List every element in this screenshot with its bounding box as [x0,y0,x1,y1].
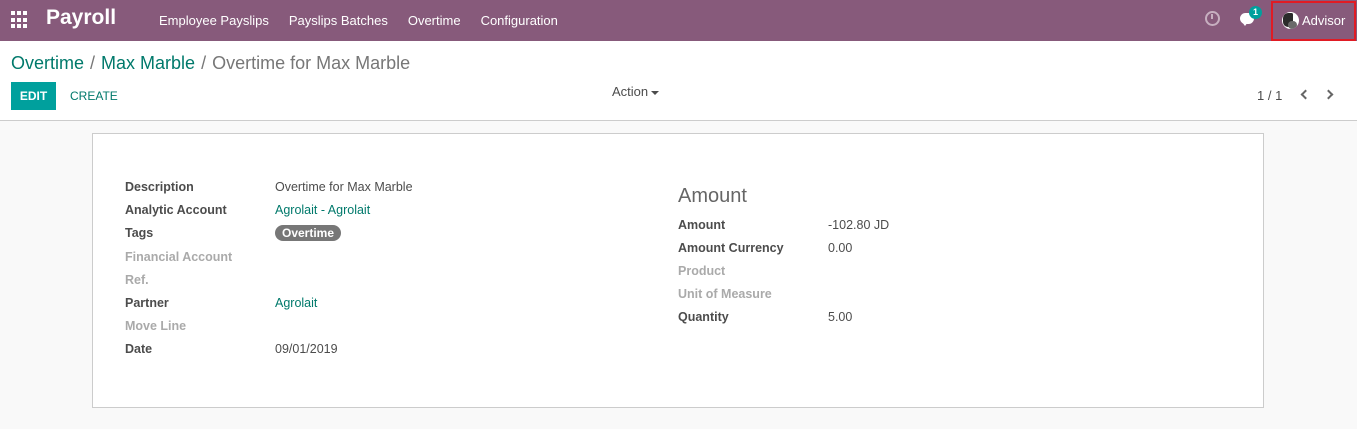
quantity-value: 5.00 [828,310,853,324]
field-tags: Tags [125,226,153,240]
field-analytic-account: Analytic Account [125,203,227,217]
pager-value[interactable]: 1 / 1 [1257,88,1282,103]
pager-previous-button[interactable] [1298,89,1311,101]
breadcrumb-separator: / [90,53,96,73]
user-name: Advisor [1302,13,1346,28]
pager-next-button[interactable] [1323,89,1336,101]
action-dropdown[interactable]: Action [612,84,660,99]
menu-configuration[interactable]: Configuration [471,0,568,41]
chevron-left-icon [1300,89,1311,100]
field-amount-value: -102.80 JD [828,218,889,232]
menu-overtime[interactable]: Overtime [398,0,471,41]
field-unit-of-measure: Unit of Measure [678,287,772,301]
edit-button[interactable]: EDIT [11,82,56,110]
chevron-right-icon [1323,89,1334,100]
amount-value: -102.80 JD [828,218,890,232]
field-label: Financial Account [125,250,233,264]
breadcrumb-separator: / [201,53,207,73]
field-label: Description [125,180,194,194]
field-amount-currency-value: 0.00 [828,241,852,255]
chat-count-badge: 1 [1249,6,1262,19]
analytic-account-link[interactable]: Agrolait - Agrolait [275,203,370,217]
field-label: Product [678,264,726,278]
field-label: Date [125,342,153,356]
apps-grid-icon[interactable] [11,11,29,29]
field-amount-currency: Amount Currency [678,241,784,255]
top-navbar: Payroll Employee Payslips Payslips Batch… [0,0,1357,41]
app-brand: Payroll [46,6,117,29]
field-date-value: 09/01/2019 [275,342,338,356]
field-label: Quantity [678,310,729,324]
create-button[interactable]: CREATE [62,82,126,110]
field-label: Tags [125,226,154,240]
field-tags-value: Overtime [275,225,342,241]
field-label: Partner [125,296,169,310]
partner-link[interactable]: Agrolait [275,296,317,310]
action-label: Action [612,84,649,99]
field-amount: Amount [678,218,725,232]
field-label: Analytic Account [125,203,227,217]
field-label: Move Line [125,319,187,333]
field-label: Amount Currency [678,241,784,255]
field-label: Amount [678,218,726,232]
field-label: Ref. [125,273,149,287]
main-menu: Employee Payslips Payslips Batches Overt… [149,0,568,41]
field-description-value: Overtime for Max Marble [275,180,413,194]
field-label: Unit of Measure [678,287,772,301]
field-product: Product [678,264,725,278]
breadcrumb: Overtime / Max Marble / Overtime for Max… [11,53,410,74]
field-move-line: Move Line [125,319,186,333]
date-value: 09/01/2019 [275,342,338,356]
field-quantity-value: 5.00 [828,310,852,324]
amount-group-title: Amount [678,185,747,207]
field-financial-account: Financial Account [125,250,232,264]
breadcrumb-current: Overtime for Max Marble [212,53,411,73]
avatar [1282,12,1299,29]
amount-currency-value: 0.00 [828,241,853,255]
caret-down-icon [651,90,660,95]
activity-clock-icon[interactable] [1205,11,1220,26]
breadcrumb-overtime[interactable]: Overtime [11,53,84,74]
field-analytic-account-value: Agrolait - Agrolait [275,203,370,217]
user-menu[interactable]: Advisor [1271,1,1356,41]
menu-employee-payslips[interactable]: Employee Payslips [149,0,279,41]
description-value: Overtime for Max Marble [275,180,413,194]
field-date: Date [125,342,152,356]
breadcrumb-max-marble[interactable]: Max Marble [101,53,195,74]
field-quantity: Quantity [678,310,729,324]
field-ref: Ref. [125,273,149,287]
control-panel: Overtime / Max Marble / Overtime for Max… [0,41,1357,121]
menu-payslips-batches[interactable]: Payslips Batches [279,0,398,41]
form-sheet: Description Overtime for Max Marble Anal… [92,133,1264,408]
tag-badge: Overtime [275,225,342,241]
field-description: Description [125,180,194,194]
field-partner: Partner [125,296,169,310]
field-partner-value: Agrolait [275,296,317,310]
